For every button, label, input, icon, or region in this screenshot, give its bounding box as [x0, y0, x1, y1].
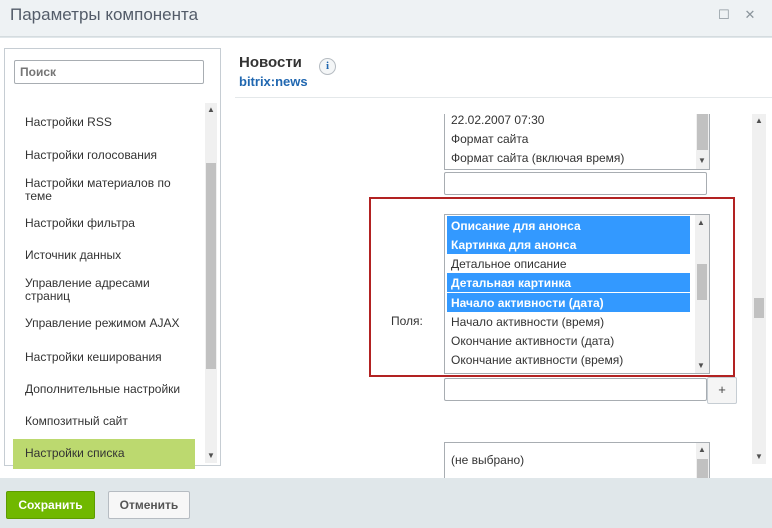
sidebar-scrollbar[interactable]: ▲ ▼ — [205, 103, 217, 463]
sidebar-item-list-settings[interactable]: Настройки списка — [13, 439, 195, 469]
panel-scroll-thumb[interactable] — [754, 298, 764, 318]
list-item[interactable]: 22.02.2007 07:30 — [447, 114, 544, 129]
highlight-frame — [369, 197, 735, 377]
scroll-down-icon[interactable]: ▼ — [696, 156, 708, 165]
properties-listbox[interactable]: (не выбрано) ▲ — [444, 442, 710, 478]
fields-custom-input[interactable] — [444, 378, 707, 401]
close-icon[interactable]: ✕ — [743, 8, 757, 22]
sidebar-item-rss[interactable]: Настройки RSS — [13, 116, 195, 129]
sidebar-item-cache[interactable]: Настройки кеширования — [13, 351, 195, 364]
scroll-thumb[interactable] — [697, 114, 708, 150]
sidebar-scroll-thumb[interactable] — [206, 163, 216, 369]
list-item[interactable]: Формат сайта — [447, 129, 528, 148]
maximize-icon[interactable]: ☐ — [717, 8, 731, 22]
sidebar-item-filter[interactable]: Настройки фильтра — [13, 217, 195, 230]
list-item[interactable]: Формат сайта (включая время) — [447, 148, 624, 167]
add-field-button[interactable]: + — [707, 377, 737, 404]
sidebar-item-composite[interactable]: Композитный сайт — [13, 415, 195, 428]
save-button[interactable]: Сохранить — [6, 491, 95, 519]
properties-scrollbar[interactable]: ▲ — [696, 443, 709, 478]
cancel-button[interactable]: Отменить — [108, 491, 190, 519]
list-item[interactable]: (не выбрано) — [447, 450, 524, 469]
component-title: Новости — [239, 54, 302, 71]
scroll-up-icon[interactable]: ▲ — [753, 116, 765, 125]
dialog-title: Параметры компонента — [10, 5, 199, 24]
scroll-up-icon[interactable]: ▲ — [696, 445, 708, 454]
settings-sidebar: Настройки RSS Настройки голосования Наст… — [4, 48, 221, 469]
dialog-titlebar: Параметры компонента ☐ ✕ — [0, 0, 772, 37]
sidebar-item-ajax[interactable]: Управление режимом AJAX — [13, 317, 195, 330]
date-format-custom-input[interactable] — [444, 172, 707, 195]
scroll-up-icon[interactable]: ▲ — [205, 105, 217, 114]
sidebar-item-voting[interactable]: Настройки голосования — [13, 149, 195, 162]
sidebar-item-urls[interactable]: Управление адресами страниц — [13, 277, 195, 303]
component-code: bitrix:news — [239, 74, 308, 89]
panel-scrollbar[interactable]: ▲ ▼ — [752, 114, 766, 464]
scroll-thumb[interactable] — [697, 459, 708, 478]
search-input[interactable] — [14, 60, 204, 84]
sidebar-item-additional[interactable]: Дополнительные настройки — [13, 383, 195, 396]
header-divider — [235, 97, 772, 98]
sidebar-item-data-source[interactable]: Источник данных — [13, 249, 195, 262]
scroll-down-icon[interactable]: ▼ — [753, 452, 765, 461]
info-icon[interactable]: i — [319, 58, 336, 75]
scroll-down-icon[interactable]: ▼ — [205, 451, 217, 460]
sidebar-item-related[interactable]: Настройки материалов по теме — [13, 177, 195, 203]
date-format-listbox[interactable]: 22.02.2007 07:30 Формат сайта Формат сай… — [444, 114, 710, 170]
dialog-footer: Сохранить Отменить — [0, 478, 772, 528]
date-format-scrollbar[interactable]: ▼ — [696, 114, 709, 169]
